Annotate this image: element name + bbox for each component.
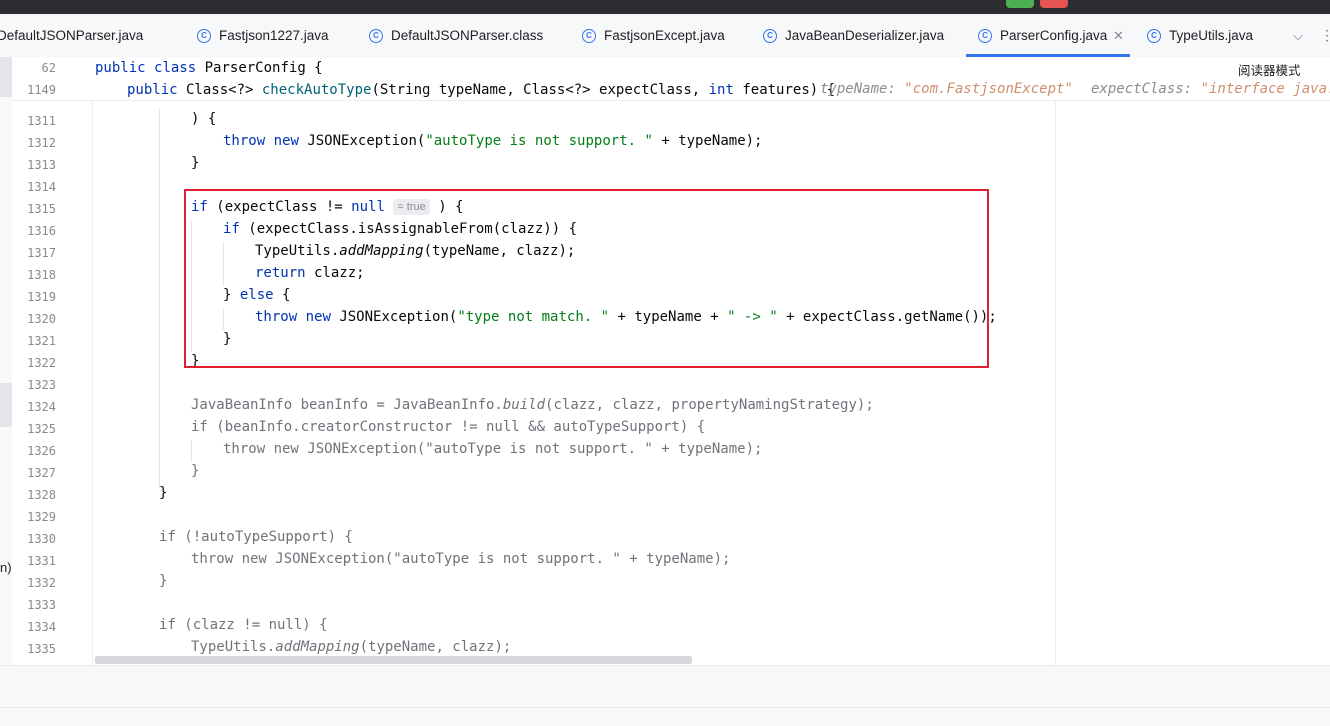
debugger-inline-value: expectClass: "interface java.l	[1091, 81, 1330, 97]
debugger-inline-value: typeName: "com.FastjsonExcept"	[820, 81, 1073, 97]
code-line-1328: }	[159, 485, 168, 501]
tab-fastjson1227-java[interactable]: C Fastjson1227.java	[197, 14, 329, 57]
tab-label: DefaultJSONParser.class	[391, 28, 544, 43]
sticky-line-class[interactable]: public class ParserConfig {	[95, 57, 323, 79]
line-number: 1320	[27, 312, 56, 326]
line-number: 62	[41, 61, 56, 75]
code-line-1330: if (!autoTypeSupport) {	[159, 529, 353, 545]
line-number: 1335	[27, 642, 56, 656]
editor-tab-bar: DefaultJSONParser.java C Fastjson1227.ja…	[0, 14, 1330, 58]
tab-label: FastjsonExcept.java	[604, 28, 725, 43]
line-number: 1319	[27, 290, 56, 304]
code-line-1334: if (clazz != null) {	[159, 617, 328, 633]
highlight-annotation-box	[184, 189, 989, 368]
line-number: 1331	[27, 554, 56, 568]
code-line-1324: JavaBeanInfo beanInfo = JavaBeanInfo.bui…	[191, 397, 874, 413]
line-number: 1321	[27, 334, 56, 348]
line-number: 1316	[27, 224, 56, 238]
class-file-icon: C	[197, 28, 211, 43]
indent-guide	[159, 108, 160, 488]
tool-window-button[interactable]	[0, 57, 12, 97]
code-line-1325: if (beanInfo.creatorConstructor != null …	[191, 419, 706, 435]
tab-typeutils-java[interactable]: C TypeUtils.java	[1147, 14, 1253, 57]
line-number: 1314	[27, 180, 56, 194]
code-line-1313: }	[191, 155, 200, 171]
line-number: 1323	[27, 378, 56, 392]
class-file-icon: C	[763, 28, 777, 43]
toolbar-red-button[interactable]	[1040, 0, 1068, 8]
code-line-1326: throw new JSONException("autoType is not…	[223, 441, 763, 457]
window-title-bar	[0, 0, 1330, 14]
code-line-1312: throw new JSONException("autoType is not…	[223, 133, 763, 149]
line-number: 1324	[27, 400, 56, 414]
reader-mode-toggle[interactable]: 阅读器模式	[1238, 60, 1301, 79]
class-file-icon: C	[978, 28, 992, 43]
line-number: 1315	[27, 202, 56, 216]
tab-label: ParserConfig.java	[1000, 28, 1108, 43]
sticky-line-method[interactable]: public Class<?> checkAutoType(String typ…	[127, 79, 835, 101]
tab-javabeandeserializer-java[interactable]: C JavaBeanDeserializer.java	[763, 14, 944, 57]
truncated-panel-text: n)	[0, 560, 12, 575]
tab-defaultjsonparser-class[interactable]: C DefaultJSONParser.class	[369, 14, 543, 57]
code-line-1327: }	[191, 463, 200, 479]
tab-label: Fastjson1227.java	[219, 28, 329, 43]
toolbar-green-button[interactable]	[1006, 0, 1034, 8]
line-number: 1149	[27, 83, 56, 97]
code-line-1331: throw new JSONException("autoType is not…	[191, 551, 731, 567]
sticky-lines-header: 62 1149 public class ParserConfig { publ…	[12, 57, 1330, 101]
tab-fastjsonexcept-java[interactable]: C FastjsonExcept.java	[582, 14, 725, 57]
line-number: 1334	[27, 620, 56, 634]
line-number: 1311	[27, 114, 56, 128]
class-file-icon: C	[1147, 28, 1161, 43]
line-number: 1325	[27, 422, 56, 436]
tab-label: TypeUtils.java	[1169, 28, 1254, 43]
code-line-1311: ) {	[191, 111, 217, 127]
line-number: 1333	[27, 598, 56, 612]
bottom-panel	[0, 665, 1330, 726]
code-line-1332: }	[159, 573, 168, 589]
right-panel	[1055, 100, 1330, 665]
horizontal-scrollbar[interactable]	[95, 656, 692, 664]
line-number: 1318	[27, 268, 56, 282]
tool-window-button[interactable]	[0, 383, 12, 427]
line-number: 1328	[27, 488, 56, 502]
tab-label: DefaultJSONParser.java	[0, 28, 144, 43]
tab-defaultjsonparser-java[interactable]: DefaultJSONParser.java	[0, 14, 143, 57]
close-icon[interactable]: ✕	[1113, 14, 1124, 57]
line-number: 1312	[27, 136, 56, 150]
line-number: 1317	[27, 246, 56, 260]
line-number: 1329	[27, 510, 56, 524]
line-number: 1332	[27, 576, 56, 590]
more-icon[interactable]: ⋮	[1320, 14, 1330, 57]
code-line-1335: TypeUtils.addMapping(typeName, clazz);	[191, 639, 512, 655]
line-number: 1313	[27, 158, 56, 172]
line-number: 1326	[27, 444, 56, 458]
chevron-down-icon[interactable]: ⌵	[1293, 14, 1303, 57]
class-file-icon: C	[369, 28, 383, 43]
indent-guide	[191, 440, 192, 462]
divider	[0, 707, 1330, 708]
class-file-icon: C	[582, 28, 596, 43]
line-number: 1330	[27, 532, 56, 546]
line-number: 1322	[27, 356, 56, 370]
line-number: 1327	[27, 466, 56, 480]
tab-label: JavaBeanDeserializer.java	[785, 28, 945, 43]
tab-parserconfig-java[interactable]: C ParserConfig.java	[978, 14, 1107, 57]
